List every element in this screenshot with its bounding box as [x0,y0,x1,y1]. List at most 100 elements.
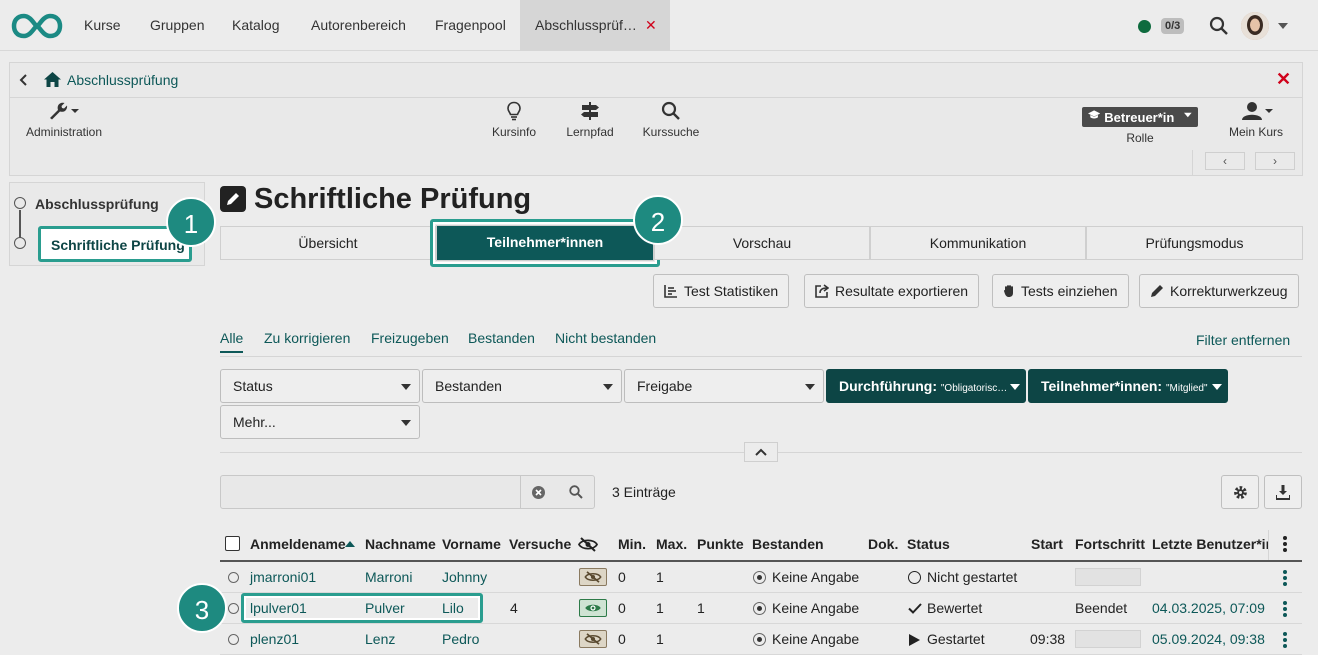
cell-login[interactable]: jmarroni01 [250,562,316,593]
status-dropdown[interactable]: Status [220,369,420,403]
collapse-filters-button[interactable] [744,442,778,462]
row-actions-icon[interactable] [1283,601,1287,619]
search-icon [661,101,680,120]
mehr-dropdown[interactable]: Mehr... [220,405,420,439]
callout-frame-3 [241,593,483,623]
table-row[interactable]: plenz01 Lenz Pedro 0 1 Keine Angabe Gest… [220,624,1302,655]
freigabe-dropdown[interactable]: Freigabe [624,369,824,403]
cell-lastname[interactable]: Marroni [365,562,412,593]
table-settings-button[interactable] [1221,475,1259,509]
remove-filter-link[interactable]: Filter entfernen [1196,332,1290,348]
columns-menu-icon[interactable] [1283,536,1287,554]
cell-status: Bewertet [927,600,983,616]
test-statistics-button[interactable]: Test Statistiken [653,274,790,308]
administration-menu[interactable]: Administration [22,101,106,139]
next-button[interactable]: › [1255,152,1295,170]
nav-item-gruppen[interactable]: Gruppen [150,0,204,51]
previous-button[interactable]: ‹ [1205,152,1245,170]
teilnehmer-dropdown[interactable]: Teilnehmer*innen: "Mitglied" [1028,369,1228,403]
nav-tab-abschlusspruefung[interactable]: Abschlussprüf… ✕ [520,0,670,51]
eye-icon[interactable] [579,599,607,617]
tab-uebersicht[interactable]: Übersicht [220,226,436,260]
correction-tool-button[interactable]: Korrekturwerkzeug [1139,274,1299,308]
col-bestanden[interactable]: Bestanden [752,536,824,552]
table-row[interactable]: jmarroni01 Marroni Johnny 0 1 Keine Anga… [220,562,1302,593]
nav-item-kurse[interactable]: Kurse [84,0,121,51]
lightbulb-icon [507,101,521,121]
mein-kurs-menu[interactable]: Mein Kurs [1224,101,1288,139]
col-versuche[interactable]: Versuche [509,536,571,552]
chat-counter-badge[interactable]: 0/3 [1161,18,1185,34]
collect-tests-button[interactable]: Tests einziehen [992,274,1129,308]
sort-asc-icon [345,541,355,547]
col-min[interactable]: Min. [618,536,646,552]
avatar[interactable] [1241,12,1269,40]
tree-node-icon [14,237,26,249]
eye-slash-icon[interactable] [579,630,607,648]
cell-last-user[interactable]: 05.09.2024, 09:38 [1152,624,1265,655]
freigabe-dropdown-label: Freigabe [637,378,693,394]
chevron-up-icon [755,448,767,456]
col-start[interactable]: Start [1031,536,1063,552]
col-fortschritt[interactable]: Fortschritt [1075,536,1145,552]
col-vorname[interactable]: Vorname [442,536,501,552]
close-tab-icon[interactable]: ✕ [645,17,657,33]
kurssuche-button[interactable]: Kurssuche [638,101,704,139]
kursinfo-button[interactable]: Kursinfo [483,101,545,139]
nav-item-fragenpool[interactable]: Fragenpool [435,0,506,51]
lernpfad-button[interactable]: Lernpfad [560,101,620,139]
export-results-button[interactable]: Resultate exportieren [804,274,980,308]
col-letzte-benutzer[interactable]: Letzte Benutzer*in [1152,536,1268,552]
durchfuehrung-dropdown[interactable]: Durchführung: "Obligatorisc… [826,369,1026,403]
row-select[interactable] [228,572,239,583]
mein-kurs-label: Mein Kurs [1228,125,1284,139]
col-punkte[interactable]: Punkte [697,536,744,552]
nav-item-autorenbereich[interactable]: Autorenbereich [311,0,406,51]
search-input[interactable] [221,476,519,508]
row-actions-icon[interactable] [1283,570,1287,588]
nav-tab-label: Abschlussprüf… [535,17,637,33]
col-anmeldename[interactable]: Anmeldename [250,536,346,552]
search-icon[interactable] [1209,16,1229,36]
role-dropdown[interactable]: Betreuer*in [1082,107,1198,127]
col-nachname[interactable]: Nachname [365,536,436,552]
cell-min: 0 [618,631,626,647]
tab-vorschau[interactable]: Vorschau [654,226,870,260]
cell-login[interactable]: plenz01 [250,624,299,655]
close-course-icon[interactable]: ✕ [1276,69,1291,90]
cell-firstname[interactable]: Pedro [442,624,479,655]
pen-icon [1151,285,1163,297]
clear-search-icon[interactable] [532,486,545,499]
select-all-checkbox[interactable] [225,536,240,551]
cell-last-user[interactable]: 04.03.2025, 07:09 [1152,593,1265,624]
row-select[interactable] [228,603,239,614]
filter-nicht-bestanden[interactable]: Nicht bestanden [555,330,656,346]
cell-max: 1 [656,569,664,585]
filter-freizugeben[interactable]: Freizugeben [371,330,449,346]
cell-passed: Keine Angabe [772,631,860,647]
filter-bestanden[interactable]: Bestanden [468,330,535,346]
tab-pruefungsmodus[interactable]: Prüfungsmodus [1086,226,1303,260]
col-max[interactable]: Max. [656,536,687,552]
menu-item-abschlusspruefung[interactable]: Abschlussprüfung [35,196,159,212]
row-select[interactable] [228,634,239,645]
role-select[interactable]: Betreuer*in Rolle [1082,107,1198,145]
back-icon[interactable] [19,74,27,86]
row-actions-icon[interactable] [1283,632,1287,650]
filter-zu-korrigieren[interactable]: Zu korrigieren [264,330,350,346]
tab-kommunikation[interactable]: Kommunikation [870,226,1086,260]
download-button[interactable] [1264,475,1302,509]
filter-alle[interactable]: Alle [220,330,243,346]
cell-firstname[interactable]: Johnny [442,562,487,593]
cell-lastname[interactable]: Lenz [365,624,395,655]
search-icon[interactable] [569,485,583,499]
col-status[interactable]: Status [907,536,950,552]
course-title-link[interactable]: Abschlussprüfung [67,72,178,88]
mehr-dropdown-label: Mehr... [233,414,276,430]
bestanden-dropdown[interactable]: Bestanden [422,369,622,403]
col-dok[interactable]: Dok. [868,536,898,552]
chevron-down-icon[interactable] [1278,23,1288,29]
logo-icon[interactable] [11,13,63,39]
eye-slash-icon[interactable] [579,568,607,586]
nav-item-katalog[interactable]: Katalog [232,0,279,51]
